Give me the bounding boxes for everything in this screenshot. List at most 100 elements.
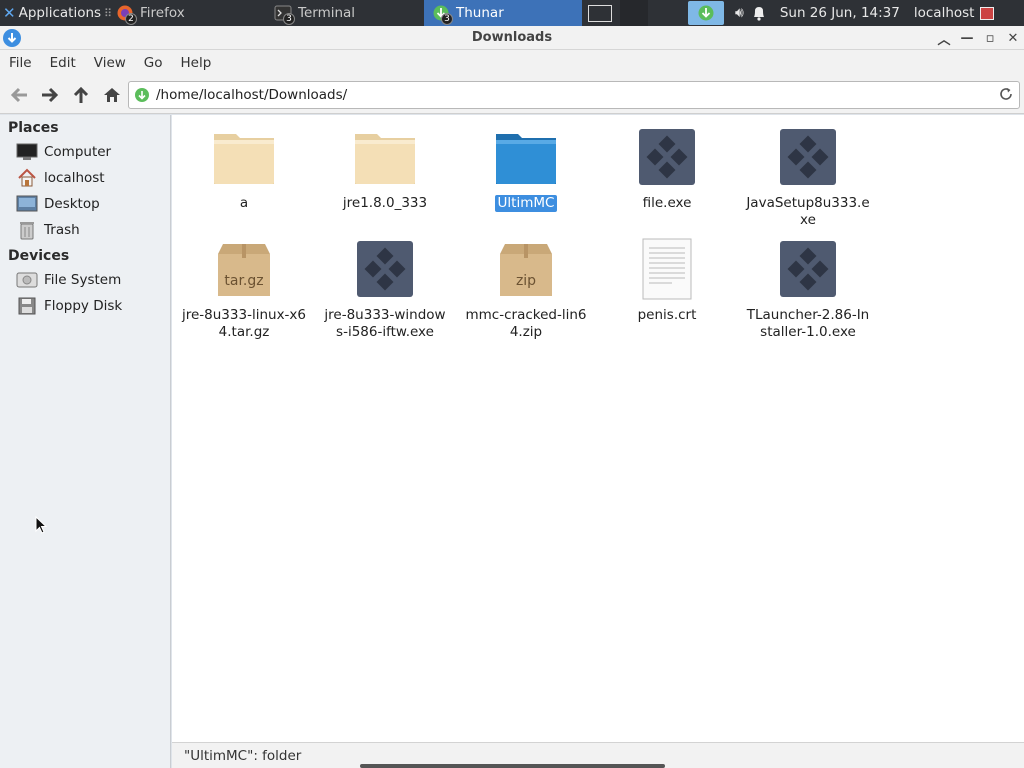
file-name: jre-8u333-linux-x64.tar.gz <box>181 307 307 340</box>
downloads-folder-icon <box>135 88 149 102</box>
home-icon <box>16 168 38 188</box>
arrow-right-icon <box>41 87 58 102</box>
text-document-icon <box>635 237 699 301</box>
trash-icon <box>16 220 38 240</box>
sidebar: Places Computer localhost Desktop Trash … <box>0 115 171 768</box>
file-name: JavaSetup8u333.exe <box>746 195 870 228</box>
archive-label: zip <box>515 273 537 289</box>
file-name: penis.crt <box>637 307 697 323</box>
file-name: mmc-cracked-lin64.zip <box>465 307 587 340</box>
menu-go[interactable]: Go <box>135 55 172 71</box>
up-button[interactable] <box>65 80 96 110</box>
location-path[interactable]: /home/localhost/Downloads/ <box>156 87 347 103</box>
file-item-jre-linux-tar[interactable]: tar.gz jre-8u333-linux-x64.tar.gz <box>174 237 314 341</box>
toolbar: /home/localhost/Downloads/ <box>0 76 1024 114</box>
arrow-left-icon <box>10 87 27 102</box>
sidebar-item-localhost[interactable]: localhost <box>0 165 170 191</box>
notifications-bell-icon[interactable] <box>752 0 766 26</box>
logout-icon[interactable] <box>980 0 995 26</box>
file-item-mmc-zip[interactable]: zip mmc-cracked-lin64.zip <box>456 237 596 341</box>
user-name[interactable]: localhost <box>914 0 975 26</box>
file-name: jre-8u333-windows-i586-iftw.exe <box>324 307 446 340</box>
workspace-1[interactable] <box>588 4 612 22</box>
file-view[interactable]: a jre1.8.0_333 UltimMC file.exe JavaSetu… <box>172 115 1024 742</box>
home-button[interactable] <box>96 80 127 110</box>
desktop-icon <box>16 194 38 214</box>
menu-view[interactable]: View <box>85 55 135 71</box>
workspace-2[interactable] <box>620 0 648 26</box>
file-item-file.exe[interactable]: file.exe <box>597 125 737 212</box>
workspace-switcher[interactable] <box>582 0 686 26</box>
folder-icon <box>212 125 276 189</box>
file-item-jre-windows-exe[interactable]: jre-8u333-windows-i586-iftw.exe <box>315 237 455 341</box>
window-titlebar[interactable]: Downloads ︿ — ▫ ✕ <box>0 26 1024 50</box>
task-badge: 3 <box>441 13 453 25</box>
file-item-a[interactable]: a <box>174 125 314 212</box>
sidebar-item-label: Floppy Disk <box>44 298 123 314</box>
applications-label: Applications <box>18 5 102 21</box>
task-firefox[interactable]: 2 Firefox <box>108 0 266 26</box>
file-name: TLauncher-2.86-Installer-1.0.exe <box>746 307 870 340</box>
file-item-javasetup8u333.exe[interactable]: JavaSetup8u333.exe <box>738 125 878 229</box>
sidebar-item-floppy-disk[interactable]: Floppy Disk <box>0 293 170 319</box>
download-status-icon <box>698 5 714 21</box>
sidebar-item-desktop[interactable]: Desktop <box>0 191 170 217</box>
file-name: a <box>239 195 249 211</box>
minimize-button[interactable]: — <box>956 26 978 50</box>
volume-icon[interactable]: 🔊︎ <box>735 0 744 26</box>
firefox-icon: 2 <box>116 4 137 25</box>
forward-button[interactable] <box>34 80 65 110</box>
file-name: UltimMC <box>494 195 558 212</box>
sidebar-item-label: localhost <box>44 170 105 186</box>
home-icon <box>103 87 120 102</box>
window-menu-icon[interactable] <box>2 28 22 52</box>
menu-edit[interactable]: Edit <box>41 55 85 71</box>
horizontal-scrollbar[interactable] <box>360 764 665 768</box>
file-item-penis.crt[interactable]: penis.crt <box>597 237 737 324</box>
harddisk-icon <box>16 270 38 290</box>
folder-selected-icon <box>494 125 558 189</box>
sidebar-item-trash[interactable]: Trash <box>0 217 170 243</box>
clock[interactable]: Sun 26 Jun, 14:37 <box>780 0 900 26</box>
menu-help[interactable]: Help <box>172 55 221 71</box>
monitor-icon <box>16 142 38 162</box>
task-label: Firefox <box>140 5 185 21</box>
arrow-up-icon <box>73 86 88 103</box>
maximize-button[interactable]: ▫ <box>979 26 1001 50</box>
menu-bar: File Edit View Go Help <box>0 50 1024 76</box>
task-badge: 3 <box>283 13 295 25</box>
file-item-tlauncher-exe[interactable]: TLauncher-2.86-Installer-1.0.exe <box>738 237 878 341</box>
sidebar-item-file-system[interactable]: File System <box>0 267 170 293</box>
sidebar-item-computer[interactable]: Computer <box>0 139 170 165</box>
floppy-icon <box>16 296 38 316</box>
devices-heading: Devices <box>8 248 70 264</box>
download-icon: 3 <box>432 4 453 25</box>
task-label: Terminal <box>298 5 356 21</box>
xfce-logo-icon: ✕ <box>3 4 16 22</box>
task-badge: 2 <box>125 13 137 25</box>
task-thunar[interactable]: 3 Thunar <box>424 0 582 26</box>
places-heading: Places <box>8 120 59 136</box>
location-bar[interactable]: /home/localhost/Downloads/ <box>128 81 1020 109</box>
close-button[interactable]: ✕ <box>1002 26 1024 50</box>
file-item-jre1.8.0_333[interactable]: jre1.8.0_333 <box>315 125 455 212</box>
executable-icon <box>353 237 417 301</box>
sidebar-item-label: Computer <box>44 144 112 160</box>
mouse-pointer-icon <box>35 515 48 538</box>
archive-label: tar.gz <box>224 273 264 289</box>
reload-icon[interactable] <box>998 86 1014 106</box>
applications-menu-button[interactable]: ✕ Applications ⠿ <box>0 0 112 26</box>
task-terminal[interactable]: 3 Terminal <box>266 0 424 26</box>
file-name: file.exe <box>642 195 692 211</box>
file-item-ultimmc[interactable]: UltimMC <box>456 125 596 212</box>
shade-window-button[interactable]: ︿ <box>933 26 955 50</box>
file-name: jre1.8.0_333 <box>342 195 428 211</box>
archive-box-icon: tar.gz <box>212 237 276 301</box>
sidebar-item-label: File System <box>44 272 122 288</box>
top-panel: ✕ Applications ⠿ 2 Firefox 3 Terminal 3 … <box>0 0 1024 26</box>
menu-file[interactable]: File <box>0 55 41 71</box>
archive-box-icon: zip <box>494 237 558 301</box>
back-button[interactable] <box>3 80 34 110</box>
notification-area-download[interactable] <box>688 1 724 25</box>
executable-icon <box>635 125 699 189</box>
